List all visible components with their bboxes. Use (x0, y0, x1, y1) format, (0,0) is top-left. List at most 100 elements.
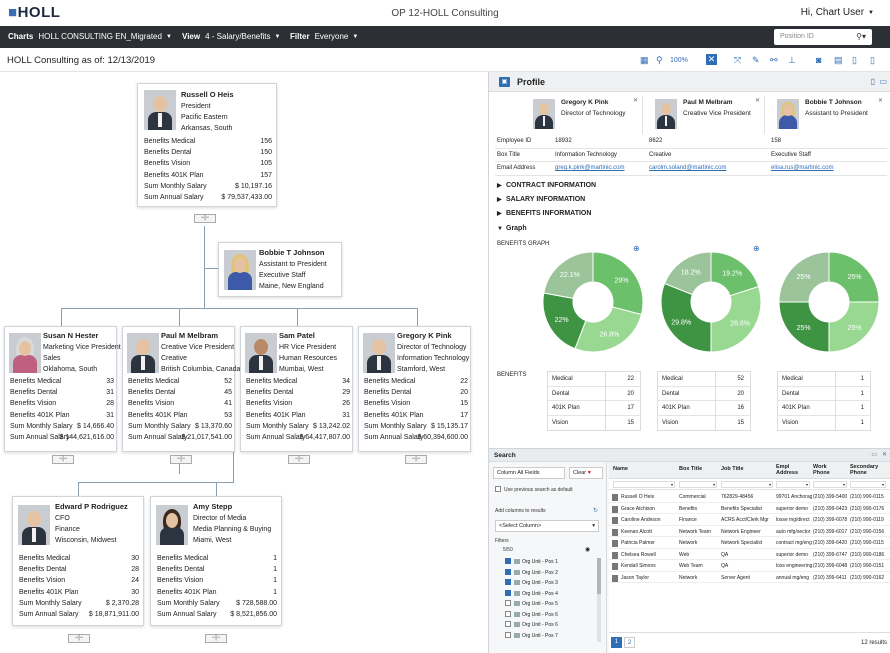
org-card-gregory-pink[interactable]: Gregory K Pink Director of Technology Inf… (358, 326, 471, 452)
expand-collapse-button[interactable]: −|− (405, 455, 427, 464)
expand-collapse-button[interactable]: −|− (205, 634, 227, 643)
col-job-title[interactable]: Job Title (721, 466, 744, 472)
org-filter-item[interactable]: Org Unit - Pos 3 (505, 579, 558, 586)
profile-card-bobbie-johnson[interactable]: Bobbie T Johnson Assistant to President … (767, 96, 887, 134)
org-filter-item[interactable]: Org Unit - Pos 4 (505, 589, 558, 597)
close-icon[interactable]: ✕ (878, 97, 883, 104)
org-filter-item[interactable]: Org Unit - Pos 6 (505, 610, 558, 618)
camera-icon[interactable]: ◙ (816, 55, 821, 65)
donut-slice[interactable] (574, 306, 643, 353)
donut-slice[interactable] (710, 285, 762, 353)
org-card-amy-stepp[interactable]: Amy Stepp Director of Media Media Plannin… (150, 496, 282, 626)
refresh-icon[interactable]: ↻ (593, 507, 598, 514)
filter-cell[interactable]: ▾ (721, 481, 773, 488)
org-card-sam-patel[interactable]: Sam Patel HR Vice President Human Resourc… (240, 326, 353, 452)
org-chart-canvas[interactable]: Russell O Heis President Pacific Eastern… (0, 72, 488, 653)
org-filter-item[interactable]: Org Unit - Pos 7 (505, 631, 558, 639)
card-department: Pacific Eastern (181, 114, 228, 121)
org-filter-item[interactable]: Org Unit - Pos 6 (505, 621, 558, 628)
close-x-icon[interactable]: ✕ (706, 54, 717, 65)
email-link[interactable]: elisa.rus@martinic.com (771, 165, 833, 171)
filter-cell[interactable]: ▾ (613, 481, 675, 488)
col-work-phone[interactable]: Work Phone (813, 464, 839, 476)
section-contract-info[interactable]: ▶ CONTRACT INFORMATION (497, 182, 596, 189)
org-card-edward-rodriguez[interactable]: Edward P Rodriguez CFO Finance Wisconsin, … (12, 496, 144, 626)
charts-dropdown[interactable]: Charts HOLL CONSULTING EN_Migrated ▼ (8, 32, 172, 41)
col-secondary-phone[interactable]: Secondary Phone (850, 464, 884, 476)
position-id-search[interactable]: Position ID ⚲▾ (774, 29, 872, 45)
close-icon[interactable]: ✕ (755, 97, 760, 104)
table-row[interactable]: Patricia Palmer Network Network Specialist… (609, 537, 890, 549)
avatar (18, 505, 50, 545)
export-icon[interactable]: ▯ (870, 55, 875, 66)
expand-collapse-button[interactable]: −|− (194, 214, 216, 223)
page-button-1[interactable]: 1 (611, 637, 622, 648)
close-icon[interactable]: ✕ (882, 451, 887, 458)
org-card-bobbie-johnson[interactable]: Bobbie T Johnson Assistant to President … (218, 242, 342, 297)
org-card-paul-melbram[interactable]: Paul M Melbram Creative Vice President Cr… (122, 326, 240, 452)
expand-collapse-button[interactable]: −|− (288, 455, 310, 464)
table-row[interactable]: Jason Taylor Network Server Agent annual mg… (609, 572, 890, 583)
field-row-email: Email Address greg.k.pink@martinic.com c… (495, 162, 887, 176)
hierarchy-icon[interactable]: ⊥ (788, 55, 796, 66)
clear-button[interactable]: Clear ♥ (569, 467, 603, 479)
fit-icon[interactable]: ⤧ (734, 55, 741, 66)
filters-scrollbar[interactable] (597, 558, 601, 642)
expand-collapse-button[interactable]: −|− (52, 455, 74, 464)
link-icon[interactable]: ⚯ (770, 55, 778, 66)
expand-collapse-button[interactable]: −|− (68, 634, 90, 643)
restore-icon[interactable]: ▭ (871, 451, 877, 458)
radio-icon[interactable]: ◉ (585, 546, 590, 553)
col-box-title[interactable]: Box Title (679, 466, 702, 472)
section-graph[interactable]: ▼ Graph (497, 225, 527, 232)
prev-search-checkbox[interactable]: Use previous search as default (495, 486, 573, 493)
grid-icon[interactable]: ▦ (640, 55, 649, 66)
table-row[interactable]: Chelsea Rowell Web QA superior demo (210) 39… (609, 549, 890, 560)
expand-collapse-button[interactable]: −|− (170, 455, 192, 464)
filter-cell[interactable]: ▾ (850, 481, 886, 488)
donut-slice[interactable] (660, 282, 712, 353)
window-icon[interactable]: ▭ (879, 77, 887, 86)
filter-dropdown[interactable]: Filter Everyone ▼ (290, 32, 358, 41)
print-icon[interactable]: ▤ (834, 55, 843, 66)
profile-card-gregory-pink[interactable]: Gregory K Pink Director of Technology ✕ (523, 96, 643, 134)
table-row[interactable]: Kendall Simons Web Team QA loss engineering… (609, 560, 890, 572)
table-row[interactable]: Keenan Alcott Network Team Network Enginee… (609, 526, 890, 537)
table-row[interactable]: Caroline Andeson Finance ACRS Acct/Clerk M… (609, 514, 890, 526)
card-name: Susan N Hester (43, 331, 99, 340)
section-salary-info[interactable]: ▶ SALARY INFORMATION (497, 196, 585, 203)
heart-icon: ♥ (587, 470, 591, 476)
document-icon[interactable]: ▯ (852, 55, 857, 66)
filter-cell[interactable]: ▾ (776, 481, 810, 488)
filter-cell[interactable]: ▾ (813, 481, 847, 488)
org-filter-item[interactable]: Org Unit - Pos 1 (505, 558, 558, 565)
zoom-level[interactable]: 100% (670, 57, 688, 64)
profile-card-paul-melbram[interactable]: Paul M Melbram Creative Vice President ✕ (645, 96, 765, 134)
column-select[interactable]: Column All Fields (493, 467, 565, 479)
search-icon: ⚲▾ (856, 32, 866, 41)
col-name[interactable]: Name (613, 466, 628, 472)
page-button-2[interactable]: 2 (624, 637, 635, 648)
view-dropdown[interactable]: View 4 - Salary/Benefits ▼ (182, 32, 280, 41)
col-empl-address[interactable]: Empl Address (776, 464, 806, 476)
edit-icon[interactable]: ✎ (752, 55, 760, 66)
email-link[interactable]: carolm.soland@martinic.com (649, 165, 726, 171)
user-menu[interactable]: Hi, Chart User ▼ (801, 7, 874, 18)
zoom-icon[interactable]: ⚲ (656, 55, 663, 66)
close-icon[interactable]: ✕ (633, 97, 638, 104)
section-benefits-info[interactable]: ▶ BENEFITS INFORMATION (497, 210, 591, 217)
document-icon[interactable]: ▯ (871, 77, 875, 86)
org-filter-item[interactable]: Org Unit - Pos 2 (505, 568, 558, 576)
profile-fields-table: Employee ID 18932 8622 158 Box Title Inf… (495, 135, 887, 176)
filter-cell[interactable]: ▾ (679, 481, 717, 488)
table-row[interactable]: Grace Atchison Benefits Benefits Specialis… (609, 503, 890, 514)
org-filter-item[interactable]: Org Unit - Pos 5 (505, 600, 558, 607)
select-column-dropdown[interactable]: <Select Column> ▾ (495, 520, 599, 532)
org-card-susan-hester[interactable]: Susan N Hester Marketing Vice President S… (4, 326, 121, 452)
org-card-russell-heis[interactable]: Russell O Heis President Pacific Eastern… (137, 83, 277, 207)
email-link[interactable]: greg.k.pink@martinic.com (555, 165, 624, 171)
profile-name: Gregory K Pink (561, 99, 609, 106)
donut-data-label: 25% (847, 325, 861, 332)
table-row[interactable]: Russell O Heis Commercial 762829-48456 9970… (609, 491, 890, 503)
avatar (533, 99, 555, 129)
